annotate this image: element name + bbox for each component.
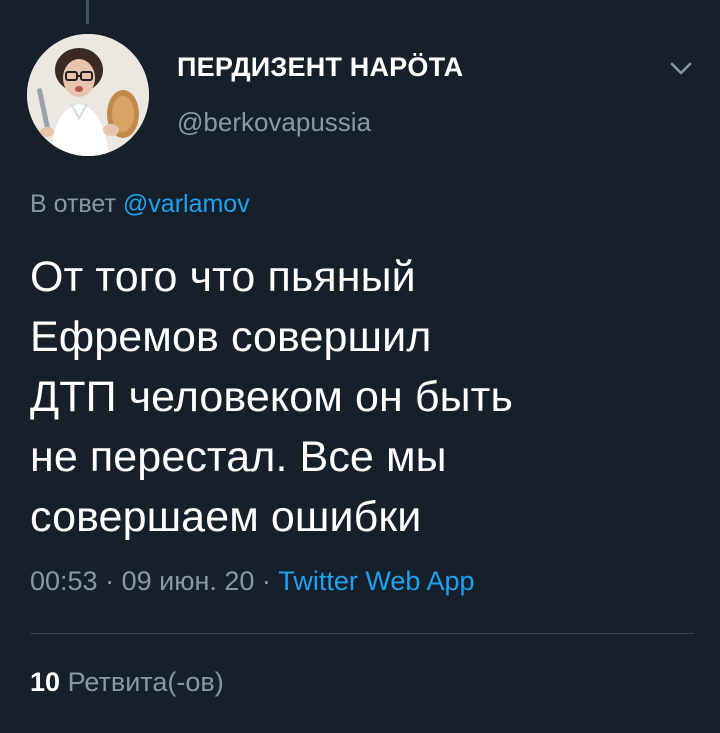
avatar-image	[27, 34, 149, 156]
reply-context: В ответ @varlamov	[30, 190, 250, 219]
avatar[interactable]	[27, 34, 149, 156]
tweet-metadata: 00:53 · 09 июн. 20 · Twitter Web App	[30, 566, 474, 597]
tweet-text: От того что пьяный Ефремов совершил ДТП …	[30, 253, 513, 541]
tweet-source-link[interactable]: Twitter Web App	[278, 566, 474, 596]
retweet-count: 10	[30, 667, 61, 697]
reply-mention-link[interactable]: @varlamov	[123, 190, 250, 218]
meta-separator: ·	[254, 566, 279, 596]
tweet-date: 09 июн. 20	[121, 566, 255, 596]
author-handle[interactable]: @berkovapussia	[177, 107, 371, 138]
retweet-label: Ретвита(-ов)	[67, 667, 224, 697]
meta-separator: ·	[97, 566, 122, 596]
divider	[30, 633, 694, 634]
tweet-time: 00:53	[30, 566, 98, 596]
thread-connector-line	[86, 0, 89, 24]
reply-prefix: В ответ	[30, 190, 116, 218]
author-display-name[interactable]: ПЕРДИЗЕНТ НАРÖТА	[177, 52, 463, 83]
retweet-stats[interactable]: 10 Ретвита(-ов)	[30, 667, 224, 698]
chevron-down-icon[interactable]	[666, 56, 696, 80]
